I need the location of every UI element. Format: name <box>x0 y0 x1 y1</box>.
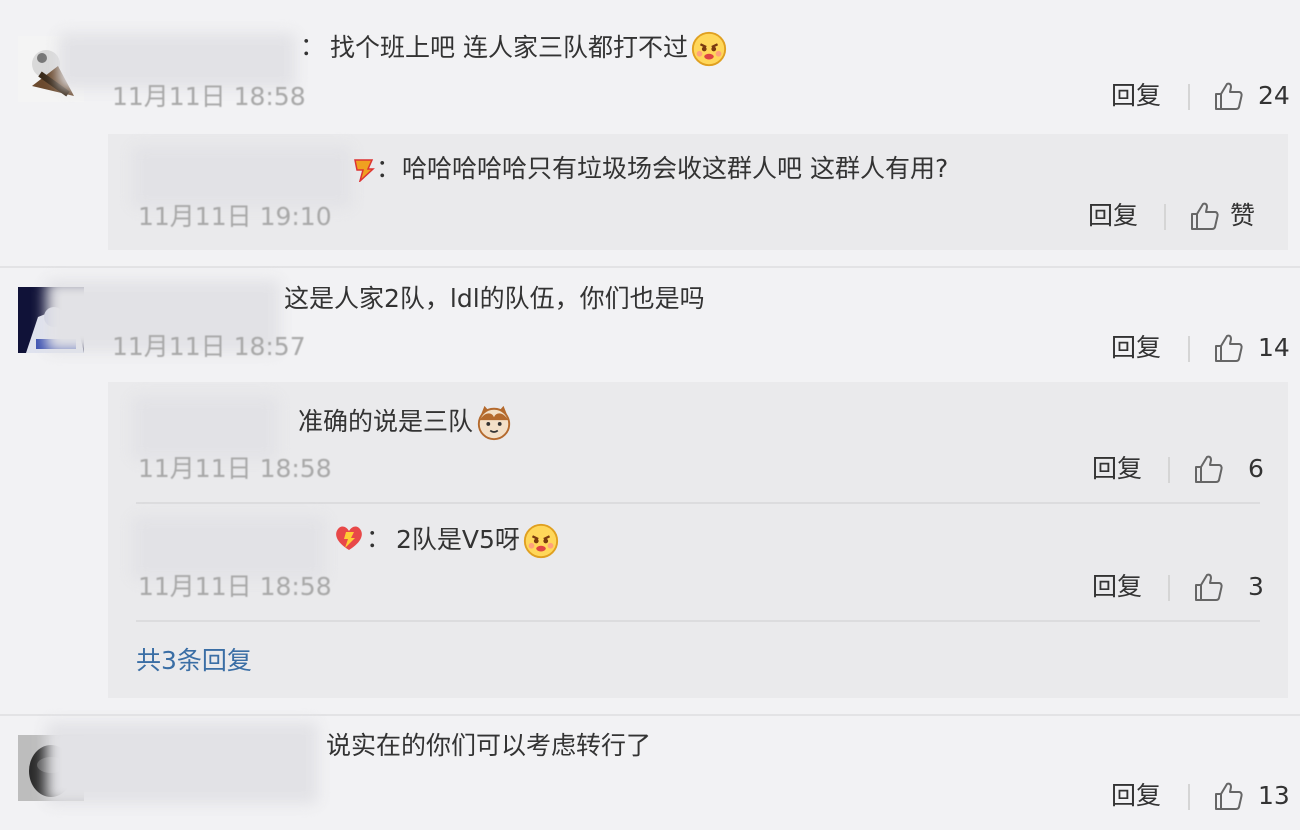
username-blurred[interactable] <box>132 516 326 580</box>
colon: ： <box>300 32 326 61</box>
username-blurred[interactable] <box>46 722 318 804</box>
like-button[interactable]: 13 <box>1212 779 1290 813</box>
comment-text: 找个班上吧 连人家三队都打不过 <box>330 30 728 68</box>
like-count: 24 <box>1258 81 1290 110</box>
reply-time: 11月11日 19:10 <box>138 202 332 231</box>
reply-button[interactable]: 回复 <box>1111 333 1161 363</box>
reply-button[interactable]: 回复 <box>1092 572 1142 602</box>
like-button[interactable]: 24 <box>1212 79 1290 113</box>
colon: ： <box>366 524 392 553</box>
like-label: 赞 <box>1230 201 1256 230</box>
divider <box>1168 457 1170 483</box>
username-blurred[interactable] <box>58 33 296 89</box>
more-replies-link[interactable]: 共3条回复 <box>136 646 252 676</box>
like-button[interactable]: 6 <box>1192 452 1264 486</box>
like-button[interactable]: 赞 <box>1188 199 1255 233</box>
comment-separator <box>0 266 1300 268</box>
vip-badge-icon <box>336 526 362 550</box>
thumbs-up-icon <box>1195 455 1223 483</box>
angry-face-emoji <box>691 31 727 67</box>
reply-divider <box>136 502 1260 504</box>
thumbs-up-icon <box>1215 334 1243 362</box>
reply-text: 准确的说是三队 <box>298 404 513 442</box>
reply-text: 2队是V5呀 <box>396 522 560 560</box>
comment-time: 11月11日 18:57 <box>112 332 306 361</box>
comment-text: 说实在的你们可以考虑转行了 <box>326 731 652 760</box>
like-button[interactable]: 3 <box>1192 570 1264 604</box>
reply-divider <box>136 620 1260 622</box>
like-count: 3 <box>1248 572 1264 601</box>
comment-time: 11月11日 18:58 <box>112 82 306 111</box>
like-count: 6 <box>1248 454 1264 483</box>
comment-text: 这是人家2队，ldl的队伍，你们也是吗 <box>284 284 705 313</box>
divider <box>1168 575 1170 601</box>
reply-button[interactable]: 回复 <box>1092 454 1142 484</box>
cat-face-emoji <box>477 405 511 441</box>
like-count: 14 <box>1258 333 1290 362</box>
divider <box>1188 336 1190 362</box>
thumbs-up-icon <box>1191 202 1219 230</box>
angry-face-emoji <box>523 523 559 559</box>
username-blurred[interactable] <box>132 146 352 208</box>
colon: ： <box>376 154 402 183</box>
divider <box>1164 204 1166 230</box>
vip-badge-icon <box>354 159 375 182</box>
divider <box>1188 84 1190 110</box>
reply-time: 11月11日 18:58 <box>138 572 332 601</box>
reply-button[interactable]: 回复 <box>1111 781 1161 811</box>
like-button[interactable]: 14 <box>1212 331 1290 365</box>
thumbs-up-icon <box>1195 573 1223 601</box>
like-count: 13 <box>1258 781 1290 810</box>
comment-separator <box>0 714 1300 716</box>
divider <box>1188 784 1190 810</box>
thumbs-up-icon <box>1215 82 1243 110</box>
username-blurred[interactable] <box>132 396 278 460</box>
thumbs-up-icon <box>1215 782 1243 810</box>
reply-button[interactable]: 回复 <box>1111 81 1161 111</box>
reply-text: 哈哈哈哈哈只有垃圾场会收这群人吧 这群人有用? <box>402 154 949 183</box>
reply-button[interactable]: 回复 <box>1088 201 1138 231</box>
reply-time: 11月11日 18:58 <box>138 454 332 483</box>
